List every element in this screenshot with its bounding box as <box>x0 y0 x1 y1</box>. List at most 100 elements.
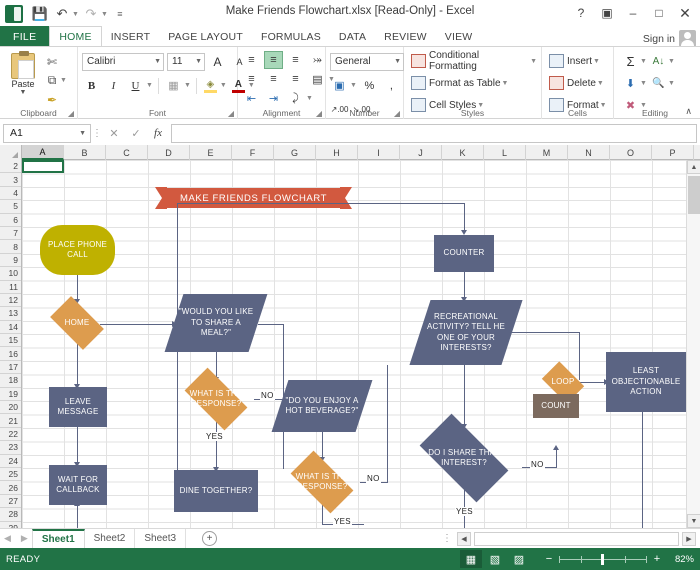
chevron-down-icon[interactable]: ▼ <box>146 82 153 89</box>
chevron-down-icon[interactable]: ▼ <box>184 82 191 89</box>
bold-button[interactable]: B <box>82 76 101 95</box>
row-header-21[interactable]: 21 <box>0 414 21 427</box>
format-painter-button[interactable]: ✒ <box>44 91 67 108</box>
sheet-tab-sheet1[interactable]: Sheet1 <box>32 529 85 548</box>
flowchart-title-banner[interactable]: MAKE FRIENDS FLOWCHART <box>155 185 352 211</box>
chevron-down-icon[interactable]: ▼ <box>668 58 675 65</box>
collapse-ribbon-button[interactable]: ∧ <box>685 106 692 117</box>
scroll-right-button[interactable]: ▶ <box>682 532 696 546</box>
zoom-out-button[interactable]: − <box>542 553 556 565</box>
split-handle[interactable]: ⋮ <box>442 533 454 544</box>
sheet-tab-sheet2[interactable]: Sheet2 <box>85 529 136 548</box>
avatar[interactable] <box>679 30 696 47</box>
tab-page-layout[interactable]: PAGE LAYOUT <box>159 26 252 47</box>
page-break-preview-button[interactable]: ▨ <box>508 550 530 568</box>
zoom-in-button[interactable]: + <box>650 553 664 565</box>
underline-button[interactable]: U <box>126 76 145 95</box>
row-header-28[interactable]: 28 <box>0 508 21 521</box>
scroll-down-button[interactable]: ▼ <box>687 514 700 528</box>
row-header-23[interactable]: 23 <box>0 441 21 454</box>
fill-button[interactable]: ⬇ <box>621 74 640 93</box>
row-header-2[interactable]: 2 <box>0 160 21 173</box>
minimize-button[interactable]: – <box>620 2 646 24</box>
node-response-1[interactable]: WHAT IS THE RESPONSE? <box>176 376 256 422</box>
row-header-6[interactable]: 6 <box>0 214 21 227</box>
ribbon-display-options-button[interactable]: ▣ <box>594 2 620 24</box>
orientation-button[interactable]: ⤖ <box>308 51 327 69</box>
node-least-objectionable-action[interactable]: LEAST OBJECTIONABLE ACTION <box>606 352 686 412</box>
zoom-level-label[interactable]: 82% <box>664 554 694 565</box>
cancel-formula-button[interactable]: ✕ <box>103 127 125 140</box>
normal-view-button[interactable]: ▦ <box>460 550 482 568</box>
borders-button[interactable]: ▦ <box>164 76 183 95</box>
column-header-m[interactable]: M <box>526 145 568 160</box>
help-button[interactable]: ? <box>568 2 594 24</box>
maximize-button[interactable]: □ <box>646 2 672 24</box>
node-leave-message[interactable]: LEAVE MESSAGE <box>49 387 107 427</box>
column-header-k[interactable]: K <box>442 145 484 160</box>
select-all-button[interactable] <box>0 145 22 160</box>
vertical-scroll-thumb[interactable] <box>688 176 700 214</box>
row-header-5[interactable]: 5 <box>0 200 21 213</box>
chevron-down-icon[interactable]: ▼ <box>640 80 647 87</box>
row-header-22[interactable]: 22 <box>0 428 21 441</box>
font-name-combo[interactable]: Calibri ▼ <box>82 53 164 71</box>
column-header-a[interactable]: A <box>22 145 64 160</box>
column-header-l[interactable]: L <box>484 145 526 160</box>
number-format-combo[interactable]: General ▼ <box>330 53 404 71</box>
column-header-b[interactable]: B <box>64 145 106 160</box>
chevron-down-icon[interactable]: ▼ <box>668 80 675 87</box>
node-share-a-meal[interactable]: "WOULD YOU LIKE TO SHARE A MEAL?" <box>174 294 258 352</box>
increase-indent-button[interactable]: ⇥ <box>264 89 283 107</box>
row-header-16[interactable]: 16 <box>0 347 21 360</box>
node-place-phone-call[interactable]: PLACE PHONE CALL <box>40 225 115 275</box>
scroll-left-button[interactable]: ◀ <box>457 532 471 546</box>
tab-formulas[interactable]: FORMULAS <box>252 26 330 47</box>
column-header-p[interactable]: P <box>652 145 694 160</box>
column-header-n[interactable]: N <box>568 145 610 160</box>
row-header-13[interactable]: 13 <box>0 307 21 320</box>
node-recreational-activity[interactable]: RECREATIONAL ACTIVITY? TELL HE ONE OF YO… <box>420 300 512 365</box>
tab-review[interactable]: REVIEW <box>375 26 436 47</box>
enter-formula-button[interactable]: ✓ <box>125 127 147 140</box>
row-header-18[interactable]: 18 <box>0 374 21 387</box>
font-dialog-launcher[interactable]: ◢ <box>228 109 234 118</box>
sort-filter-button[interactable]: A↓ <box>649 52 668 71</box>
number-dialog-launcher[interactable]: ◢ <box>394 109 400 118</box>
scroll-up-button[interactable]: ▲ <box>687 160 700 174</box>
accounting-format-button[interactable]: ▣ <box>330 76 349 95</box>
horizontal-scrollbar[interactable]: ⋮ ◀ ▶ <box>442 532 700 546</box>
tab-view[interactable]: VIEW <box>436 26 482 47</box>
node-hot-beverage[interactable]: "DO YOU ENJOY A HOT BEVERAGE?" <box>280 380 364 432</box>
column-header-c[interactable]: C <box>106 145 148 160</box>
clipboard-dialog-launcher[interactable]: ◢ <box>68 109 74 118</box>
row-header-25[interactable]: 25 <box>0 468 21 481</box>
chevron-down-icon[interactable]: ▼ <box>60 77 67 84</box>
conditional-formatting-button[interactable]: Conditional Formatting ▼ <box>411 51 537 71</box>
row-header-8[interactable]: 8 <box>0 240 21 253</box>
name-box[interactable]: A1 ▼ <box>3 124 91 143</box>
vertical-scrollbar[interactable]: ▲ ▼ <box>686 160 700 528</box>
row-header-7[interactable]: 7 <box>0 227 21 240</box>
column-header-h[interactable]: H <box>316 145 358 160</box>
row-header-15[interactable]: 15 <box>0 334 21 347</box>
tab-data[interactable]: DATA <box>330 26 375 47</box>
node-dine-together[interactable]: DINE TOGETHER? <box>174 470 258 512</box>
align-center-button[interactable]: ≡ <box>264 70 283 88</box>
add-sheet-button[interactable]: + <box>202 531 217 546</box>
node-share-that-interest[interactable]: DO I SHARE THAT INTEREST? <box>407 426 521 490</box>
top-align-button[interactable]: ≡ <box>242 51 261 69</box>
zoom-slider[interactable] <box>559 559 647 560</box>
node-wait-for-callback[interactable]: WAIT FOR CALLBACK <box>49 465 107 505</box>
insert-cells-button[interactable]: Insert ▼ <box>549 51 600 71</box>
row-header-17[interactable]: 17 <box>0 361 21 374</box>
tab-insert[interactable]: INSERT <box>102 26 160 47</box>
column-header-f[interactable]: F <box>232 145 274 160</box>
formula-bar-handle[interactable]: ⋮ <box>91 128 103 139</box>
row-header-24[interactable]: 24 <box>0 455 21 468</box>
row-header-26[interactable]: 26 <box>0 481 21 494</box>
find-select-button[interactable]: 🔍 <box>649 74 668 93</box>
autosum-button[interactable]: Σ <box>621 52 640 71</box>
cut-button[interactable]: ✄ <box>44 53 67 70</box>
chevron-down-icon[interactable]: ▼ <box>220 82 227 89</box>
